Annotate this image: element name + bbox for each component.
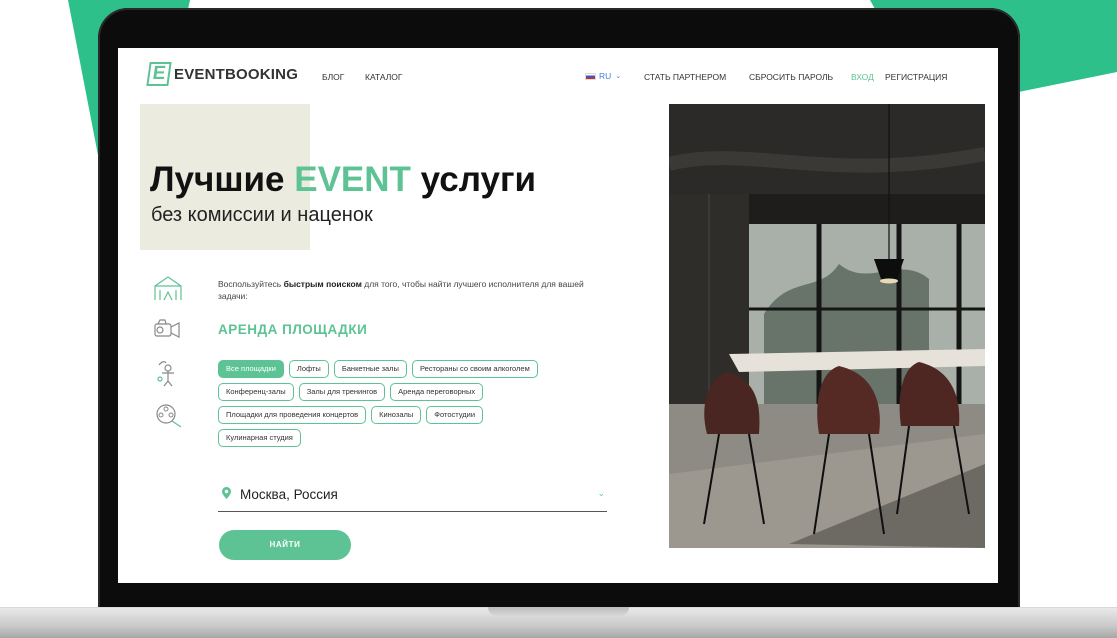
tag-culinary-studio[interactable]: Кулинарная студия — [218, 429, 301, 447]
find-button[interactable]: НАЙТИ — [219, 530, 351, 560]
logo-mark: E — [146, 62, 172, 86]
location-select[interactable]: Москва, Россия ⌄ — [218, 482, 607, 512]
hero-title-part2: услуги — [420, 160, 537, 199]
tag-photo-studios[interactable]: Фотостудии — [426, 406, 484, 424]
chevron-down-icon: ⌄ — [597, 488, 605, 498]
laptop-notch — [488, 607, 629, 616]
nav-login[interactable]: ВХОД — [851, 72, 874, 82]
tag-concert-venues[interactable]: Площадки для проведения концертов — [218, 406, 367, 424]
tag-row: Конференц-залы Залы для тренингов Аренда… — [218, 383, 608, 401]
juggler-icon[interactable] — [152, 359, 184, 387]
hero-photo — [669, 104, 985, 548]
logo-text: EVENTBOOKING — [174, 65, 299, 83]
tag-cinemas[interactable]: Кинозалы — [371, 406, 422, 424]
section-title: АРЕНДА ПЛОЩАДКИ — [218, 322, 368, 337]
tag-meeting-rooms[interactable]: Аренда переговорных — [390, 383, 484, 401]
hero-title-part1: Лучшие — [150, 160, 285, 199]
nav-become-partner[interactable]: СТАТЬ ПАРТНЕРОМ — [644, 72, 726, 82]
language-label: RU — [599, 71, 612, 81]
search-intro: Воспользуйтесь быстрым поиском для того,… — [218, 278, 598, 302]
nav-reset-password[interactable]: СБРОСИТЬ ПАРОЛЬ — [749, 72, 833, 82]
hero-subtitle: без комиссии и наценок — [151, 204, 373, 226]
tag-training-halls[interactable]: Залы для тренингов — [298, 383, 386, 401]
nav-blog[interactable]: БЛОГ — [322, 72, 344, 82]
intro-bold: быстрым поиском — [283, 279, 362, 289]
tag-row: Площадки для проведения концертов Киноза… — [218, 406, 608, 424]
film-reel-icon[interactable] — [152, 401, 184, 429]
tag-lofts[interactable]: Лофты — [288, 360, 329, 378]
location-value: Москва, Россия — [240, 487, 338, 502]
tag-row: Все площадки Лофты Банкетные залы Рестор… — [218, 360, 608, 378]
category-tags: Все площадки Лофты Банкетные залы Рестор… — [218, 360, 608, 452]
camera-icon[interactable] — [152, 315, 184, 343]
russia-flag-icon — [585, 72, 596, 80]
nav-catalog[interactable]: КАТАЛОГ — [365, 72, 403, 82]
tag-conference-halls[interactable]: Конференц-залы — [218, 383, 294, 401]
map-pin-icon — [222, 487, 231, 499]
hero-title-accent: EVENT — [294, 160, 411, 199]
chevron-down-icon: ⌄ — [615, 73, 622, 80]
tent-icon[interactable] — [152, 274, 184, 302]
tag-byob-restaurants[interactable]: Рестораны со своим алкоголем — [411, 360, 538, 378]
logo[interactable]: E EVENTBOOKING — [146, 62, 299, 86]
language-selector[interactable]: RU ⌄ — [585, 71, 621, 81]
website-screen: E EVENTBOOKING БЛОГ КАТАЛОГ RU ⌄ СТАТЬ П… — [118, 48, 998, 583]
tag-row: Кулинарная студия — [218, 429, 608, 447]
nav-register[interactable]: РЕГИСТРАЦИЯ — [885, 72, 947, 82]
hero-title: Лучшие EVENT услуги — [150, 160, 536, 200]
interior-photo-illustration — [669, 104, 985, 548]
top-navigation: E EVENTBOOKING БЛОГ КАТАЛОГ RU ⌄ СТАТЬ П… — [118, 48, 998, 98]
tag-all-venues[interactable]: Все площадки — [218, 360, 284, 378]
intro-before: Воспользуйтесь — [218, 279, 282, 289]
tag-banquet-halls[interactable]: Банкетные залы — [333, 360, 407, 378]
